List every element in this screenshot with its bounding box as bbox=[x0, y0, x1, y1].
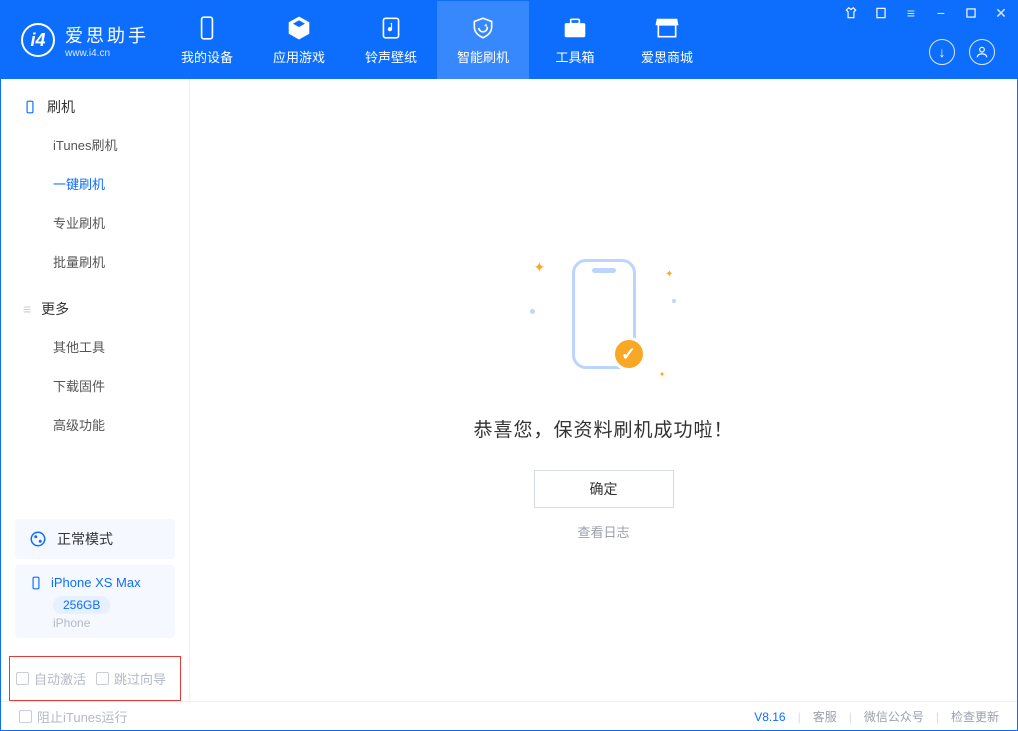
phone-small-icon bbox=[23, 100, 37, 114]
nav-label: 智能刷机 bbox=[457, 47, 509, 66]
close-button[interactable]: ✕ bbox=[993, 5, 1009, 21]
body: 刷机 iTunes刷机 一键刷机 专业刷机 批量刷机 ≡ 更多 其他工具 下载固… bbox=[1, 79, 1017, 701]
sidebar-item-download-firmware[interactable]: 下载固件 bbox=[1, 366, 189, 405]
sidebar-item-itunes-flash[interactable]: iTunes刷机 bbox=[1, 125, 189, 164]
device-capacity: 256GB bbox=[53, 596, 110, 614]
mode-card[interactable]: 正常模式 bbox=[15, 519, 175, 559]
list-icon: ≡ bbox=[23, 301, 31, 317]
checkbox-icon bbox=[19, 710, 32, 723]
sidebar-section-flash: 刷机 bbox=[1, 79, 189, 125]
section-title: 刷机 bbox=[47, 97, 75, 117]
view-log-link[interactable]: 查看日志 bbox=[577, 522, 629, 541]
dot-icon bbox=[530, 309, 535, 314]
main-content: ✦ ✦ ✦ ✓ 恭喜您，保资料刷机成功啦！ 确定 查看日志 bbox=[190, 79, 1017, 701]
main-nav: 我的设备 应用游戏 铃声壁纸 智能刷机 工具箱 爱思商城 bbox=[161, 1, 713, 79]
sidebar-item-advanced[interactable]: 高级功能 bbox=[1, 405, 189, 444]
device-card[interactable]: iPhone XS Max 256GB iPhone bbox=[15, 565, 175, 638]
minimize-button[interactable]: − bbox=[933, 5, 949, 21]
user-icon[interactable] bbox=[969, 39, 995, 65]
nav-smart-flash[interactable]: 智能刷机 bbox=[437, 1, 529, 79]
mode-icon bbox=[29, 530, 47, 548]
confirm-button[interactable]: 确定 bbox=[534, 470, 674, 508]
checkbox-label: 自动激活 bbox=[34, 669, 86, 688]
checkbox-skip-guide[interactable]: 跳过向导 bbox=[96, 669, 166, 688]
header: i4 爱思助手 www.i4.cn 我的设备 应用游戏 铃声壁纸 智能刷机 工具… bbox=[1, 1, 1017, 79]
nav-apps-games[interactable]: 应用游戏 bbox=[253, 1, 345, 79]
check-badge-icon: ✓ bbox=[612, 337, 646, 371]
logo-area: i4 爱思助手 www.i4.cn bbox=[1, 22, 161, 59]
app-name-en: www.i4.cn bbox=[65, 48, 149, 59]
nav-toolbox[interactable]: 工具箱 bbox=[529, 1, 621, 79]
shirt-icon[interactable] bbox=[843, 5, 859, 21]
nav-label: 我的设备 bbox=[181, 47, 233, 66]
sidebar-item-oneclick-flash[interactable]: 一键刷机 bbox=[1, 164, 189, 203]
logo-icon: i4 bbox=[21, 23, 55, 57]
nav-label: 应用游戏 bbox=[273, 47, 325, 66]
menu-icon[interactable]: ≡ bbox=[903, 5, 919, 21]
toolbox-icon bbox=[561, 15, 589, 41]
mode-label: 正常模式 bbox=[57, 529, 113, 549]
nav-my-device[interactable]: 我的设备 bbox=[161, 1, 253, 79]
maximize-button[interactable] bbox=[963, 5, 979, 21]
checkbox-icon bbox=[16, 672, 29, 685]
download-icon[interactable]: ↓ bbox=[929, 39, 955, 65]
checkbox-icon bbox=[96, 672, 109, 685]
device-type: iPhone bbox=[53, 616, 161, 630]
refresh-shield-icon bbox=[469, 15, 497, 41]
sidebar: 刷机 iTunes刷机 一键刷机 专业刷机 批量刷机 ≡ 更多 其他工具 下载固… bbox=[1, 79, 190, 701]
options-highlight-box: 自动激活 跳过向导 bbox=[9, 656, 181, 701]
note-icon[interactable] bbox=[873, 5, 889, 21]
success-illustration: ✦ ✦ ✦ ✓ bbox=[504, 239, 704, 389]
nav-label: 爱思商城 bbox=[641, 47, 693, 66]
section-title: 更多 bbox=[41, 299, 69, 319]
nav-ringtones-wallpapers[interactable]: 铃声壁纸 bbox=[345, 1, 437, 79]
sidebar-section-more: ≡ 更多 bbox=[1, 281, 189, 327]
support-link[interactable]: 客服 bbox=[813, 708, 837, 725]
checkbox-label: 跳过向导 bbox=[114, 669, 166, 688]
music-icon bbox=[377, 15, 405, 41]
nav-label: 工具箱 bbox=[555, 47, 594, 66]
logo-text: 爱思助手 www.i4.cn bbox=[65, 22, 149, 59]
success-message: 恭喜您，保资料刷机成功啦！ bbox=[473, 415, 733, 442]
window-controls: ≡ − ✕ bbox=[843, 5, 1009, 21]
checkbox-auto-activate[interactable]: 自动激活 bbox=[16, 669, 86, 688]
sparkle-icon: ✦ bbox=[659, 370, 666, 379]
version-label: V8.16 bbox=[754, 710, 785, 724]
sidebar-item-other-tools[interactable]: 其他工具 bbox=[1, 327, 189, 366]
check-update-link[interactable]: 检查更新 bbox=[951, 708, 999, 725]
header-action-icons: ↓ bbox=[929, 39, 995, 65]
nav-label: 铃声壁纸 bbox=[365, 47, 417, 66]
checkbox-block-itunes[interactable]: 阻止iTunes运行 bbox=[19, 707, 128, 726]
device-name: iPhone XS Max bbox=[51, 575, 141, 590]
cube-icon bbox=[285, 15, 313, 41]
footer: 阻止iTunes运行 V8.16 | 客服 | 微信公众号 | 检查更新 bbox=[1, 701, 1017, 731]
wechat-link[interactable]: 微信公众号 bbox=[864, 708, 924, 725]
dot-icon bbox=[672, 299, 676, 303]
shop-icon bbox=[653, 15, 681, 41]
phone-icon bbox=[193, 15, 221, 41]
checkbox-label: 阻止iTunes运行 bbox=[37, 707, 128, 726]
sidebar-item-pro-flash[interactable]: 专业刷机 bbox=[1, 203, 189, 242]
sparkle-icon: ✦ bbox=[534, 259, 546, 276]
nav-store[interactable]: 爱思商城 bbox=[621, 1, 713, 79]
sidebar-item-batch-flash[interactable]: 批量刷机 bbox=[1, 242, 189, 281]
sparkle-icon: ✦ bbox=[665, 269, 673, 280]
device-phone-icon bbox=[29, 576, 43, 590]
app-name-cn: 爱思助手 bbox=[65, 22, 149, 48]
